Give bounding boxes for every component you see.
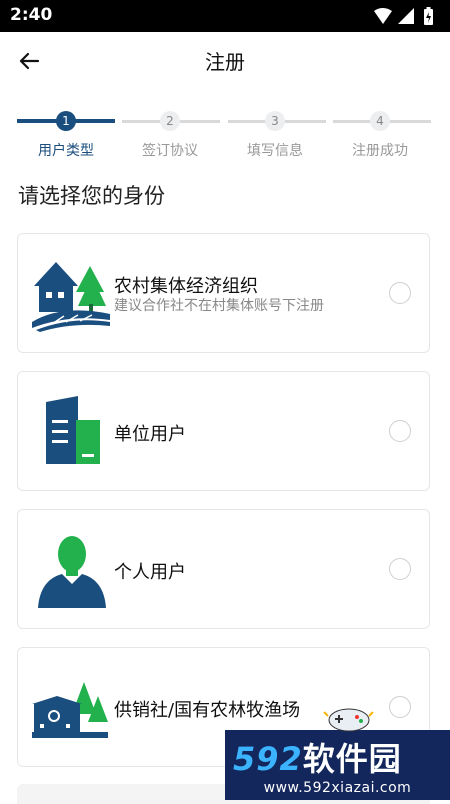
step-3-label: 填写信息 bbox=[247, 143, 303, 159]
status-bar: 2:40 bbox=[0, 0, 450, 32]
step-2-indicator: 2 bbox=[160, 111, 180, 131]
option-radio[interactable] bbox=[389, 696, 411, 718]
option-name: 单位用户 bbox=[114, 424, 186, 445]
app-bar: 注册 bbox=[0, 32, 450, 88]
building-icon bbox=[46, 396, 100, 464]
step-4-label: 注册成功 bbox=[352, 143, 408, 159]
watermark-logo: 592软件园 www.592xiazai.com bbox=[225, 708, 450, 800]
rural-collective-icon bbox=[32, 262, 110, 332]
option-radio[interactable] bbox=[389, 558, 411, 580]
person-icon bbox=[38, 536, 106, 608]
step-4-indicator: 4 bbox=[370, 111, 390, 131]
watermark-brand-number: 592 bbox=[233, 740, 303, 778]
section-title: 请选择您的身份 bbox=[18, 184, 165, 208]
option-radio[interactable] bbox=[389, 282, 411, 304]
option-name: 个人用户 bbox=[114, 562, 186, 583]
step-2-label: 签订协议 bbox=[142, 143, 198, 159]
option-card-organization[interactable]: 单位用户 bbox=[17, 371, 430, 491]
gamepad-mascot-icon bbox=[323, 708, 374, 732]
option-card-individual[interactable]: 个人用户 bbox=[17, 509, 430, 629]
signal-icon bbox=[398, 8, 414, 24]
watermark-brand: 592软件园 bbox=[233, 734, 402, 780]
step-1-label: 用户类型 bbox=[38, 143, 94, 159]
option-card-rural-collective[interactable]: 农村集体经济组织 建议合作社不在村集体账号下注册 bbox=[17, 233, 430, 353]
watermark-url: www.592xiazai.com bbox=[263, 780, 412, 796]
registration-stepper: 1 2 3 4 用户类型 签订协议 填写信息 注册成功 bbox=[0, 108, 450, 160]
step-1-indicator: 1 bbox=[56, 111, 76, 131]
option-description: 建议合作社不在村集体账号下注册 bbox=[114, 298, 324, 314]
status-time: 2:40 bbox=[10, 5, 53, 25]
watermark-brand-cn: 软件园 bbox=[302, 740, 402, 778]
option-radio[interactable] bbox=[389, 420, 411, 442]
cooperative-farm-icon bbox=[32, 682, 108, 738]
status-icons bbox=[374, 7, 433, 25]
wifi-icon bbox=[374, 8, 392, 24]
option-name: 供销社/国有农林牧渔场 bbox=[114, 700, 301, 721]
step-3-indicator: 3 bbox=[265, 111, 285, 131]
battery-icon bbox=[424, 7, 433, 25]
page-title: 注册 bbox=[205, 50, 245, 74]
